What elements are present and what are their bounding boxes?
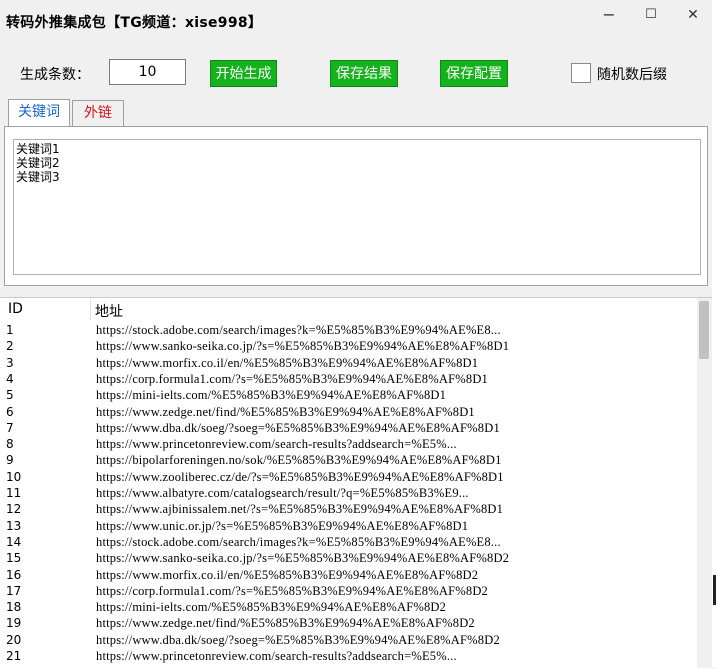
table-row[interactable]: 15 https://www.sanko-seika.co.jp/?s=%E5%8…	[0, 550, 700, 566]
table-row[interactable]: 4 https://corp.formula1.com/?s=%E5%85%B3%…	[0, 371, 700, 387]
row-id: 9	[6, 453, 14, 468]
row-url: https://mini-ielts.com/%E5%85%B3%E9%94%A…	[96, 600, 447, 615]
row-id: 11	[6, 486, 22, 500]
row-url: https://www.zedge.net/find/%E5%85%B3%E9%…	[96, 404, 475, 419]
row-id: 16	[6, 567, 22, 582]
table-row[interactable]: 11 https://www.albatyre.com/catalogsearch…	[0, 485, 700, 501]
row-url: https://www.unic.or.jp/?s=%E5%85%B3%E9%9…	[96, 518, 469, 533]
table-row[interactable]: 14 https://stock.adobe.com/search/images?…	[0, 534, 700, 550]
table-row[interactable]: 8 https://www.princetonreview.com/search-…	[0, 436, 700, 452]
save-config-button[interactable]: 保存配置	[440, 60, 508, 87]
row-id: 7	[6, 420, 14, 435]
row-url: https://stock.adobe.com/search/images?k=…	[96, 323, 501, 337]
table-row[interactable]: 19 https://www.zedge.net/find/%E5%85%B3%E…	[0, 615, 700, 631]
row-url: https://bipolarforeningen.no/sok/%E5%85%…	[96, 453, 502, 468]
table-row[interactable]: 2 https://www.sanko-seika.co.jp/?s=%E5%85…	[0, 338, 700, 354]
row-url: https://mini-ielts.com/%E5%85%B3%E9%94%A…	[96, 388, 447, 403]
row-id: 20	[6, 632, 22, 647]
row-id: 13	[6, 518, 22, 533]
row-url: https://www.sanko-seika.co.jp/?s=%E5%85%…	[96, 551, 510, 566]
keyword-line: 关键词2	[16, 156, 60, 170]
column-divider[interactable]	[90, 298, 91, 320]
row-id: 14	[6, 534, 22, 549]
row-url: https://www.morfix.co.il/en/%E5%85%B3%E9…	[96, 567, 479, 582]
row-id: 12	[6, 502, 22, 517]
column-header-id[interactable]: ID	[8, 301, 23, 317]
table-row[interactable]: 5 https://mini-ielts.com/%E5%85%B3%E9%94%…	[0, 387, 700, 403]
random-suffix-label[interactable]: 随机数后缀	[597, 64, 667, 84]
row-id: 4	[6, 371, 14, 386]
start-generate-button[interactable]: 开始生成	[210, 60, 277, 87]
row-id: 15	[6, 551, 22, 566]
list-header: ID 地址	[0, 298, 700, 320]
keywords-panel: 关键词1 关键词2 关键词3	[4, 126, 708, 286]
column-header-url[interactable]: 地址	[95, 301, 123, 321]
row-id: 3	[6, 355, 14, 370]
row-url: https://www.zedge.net/find/%E5%85%B3%E9%…	[96, 616, 475, 631]
row-url: https://corp.formula1.com/?s=%E5%85%B3%E…	[96, 583, 488, 598]
count-label: 生成条数：	[20, 67, 90, 83]
row-id: 19	[6, 616, 22, 631]
table-row[interactable]: 6 https://www.zedge.net/find/%E5%85%B3%E9…	[0, 404, 700, 420]
table-row[interactable]: 16 https://www.morfix.co.il/en/%E5%85%B3%…	[0, 567, 700, 583]
tab-keywords[interactable]: 关键词	[8, 99, 70, 127]
tab-links[interactable]: 外链	[72, 100, 124, 126]
table-row[interactable]: 1 https://stock.adobe.com/search/images?k…	[0, 322, 700, 338]
row-url: https://www.dba.dk/soeg/?soeg=%E5%85%B3%…	[96, 632, 500, 647]
table-row[interactable]: 17 https://corp.formula1.com/?s=%E5%85%B3…	[0, 583, 700, 599]
row-url: https://www.dba.dk/soeg/?soeg=%E5%85%B3%…	[96, 420, 500, 435]
row-id: 1	[6, 323, 14, 337]
row-url: https://www.albatyre.com/catalogsearch/r…	[96, 486, 469, 500]
row-url: https://www.princetonreview.com/search-r…	[96, 437, 457, 452]
scrollbar-thumb[interactable]	[699, 301, 709, 359]
row-id: 8	[6, 437, 14, 452]
row-url: https://www.princetonreview.com/search-r…	[96, 649, 457, 663]
row-url: https://www.morfix.co.il/en/%E5%85%B3%E9…	[96, 355, 479, 370]
table-row[interactable]: 12 https://www.ajbinissalem.net/?s=%E5%85…	[0, 501, 700, 517]
table-row[interactable]: 9 https://bipolarforeningen.no/sok/%E5%85…	[0, 452, 700, 468]
title-bar[interactable]: 转码外推集成包【TG频道：xise998】 − ☐ ✕	[0, 0, 717, 42]
keyword-line: 关键词1	[16, 142, 60, 156]
row-id: 6	[6, 404, 14, 419]
results-list[interactable]: ID 地址 1 https://stock.adobe.com/search/im…	[0, 297, 712, 669]
keywords-textarea[interactable]: 关键词1 关键词2 关键词3	[13, 139, 701, 275]
close-button[interactable]: ✕	[677, 4, 709, 26]
maximize-button[interactable]: ☐	[635, 4, 667, 26]
table-row[interactable]: 20 https://www.dba.dk/soeg/?soeg=%E5%85%B…	[0, 632, 700, 648]
row-id: 5	[6, 388, 14, 403]
row-url: https://corp.formula1.com/?s=%E5%85%B3%E…	[96, 371, 488, 386]
table-row[interactable]: 7 https://www.dba.dk/soeg/?soeg=%E5%85%B3…	[0, 420, 700, 436]
window-edge	[712, 0, 717, 668]
table-row[interactable]: 21 https://www.princetonreview.com/search…	[0, 648, 700, 664]
save-result-button[interactable]: 保存结果	[330, 60, 398, 87]
row-id: 17	[6, 583, 22, 598]
random-suffix-checkbox[interactable]	[571, 63, 591, 83]
minimize-button[interactable]: −	[593, 4, 625, 26]
row-url: https://www.ajbinissalem.net/?s=%E5%85%B…	[96, 502, 504, 517]
row-url: https://www.zooliberec.cz/de/?s=%E5%85%B…	[96, 469, 504, 484]
count-input[interactable]: 10	[109, 59, 186, 85]
row-id: 10	[6, 469, 22, 484]
keyword-line: 关键词3	[16, 170, 60, 184]
table-row[interactable]: 18 https://mini-ielts.com/%E5%85%B3%E9%94…	[0, 599, 700, 615]
table-row[interactable]: 13 https://www.unic.or.jp/?s=%E5%85%B3%E9…	[0, 518, 700, 534]
row-id: 18	[6, 600, 22, 615]
row-id: 2	[6, 339, 14, 354]
window-edge-shadow	[713, 575, 716, 605]
table-row[interactable]: 3 https://www.morfix.co.il/en/%E5%85%B3%E…	[0, 355, 700, 371]
window-title: 转码外推集成包【TG频道：xise998】	[6, 15, 263, 31]
row-url: https://www.sanko-seika.co.jp/?s=%E5%85%…	[96, 339, 510, 354]
table-row[interactable]: 10 https://www.zooliberec.cz/de/?s=%E5%85…	[0, 469, 700, 485]
row-url: https://stock.adobe.com/search/images?k=…	[96, 534, 501, 549]
row-id: 21	[6, 649, 22, 663]
